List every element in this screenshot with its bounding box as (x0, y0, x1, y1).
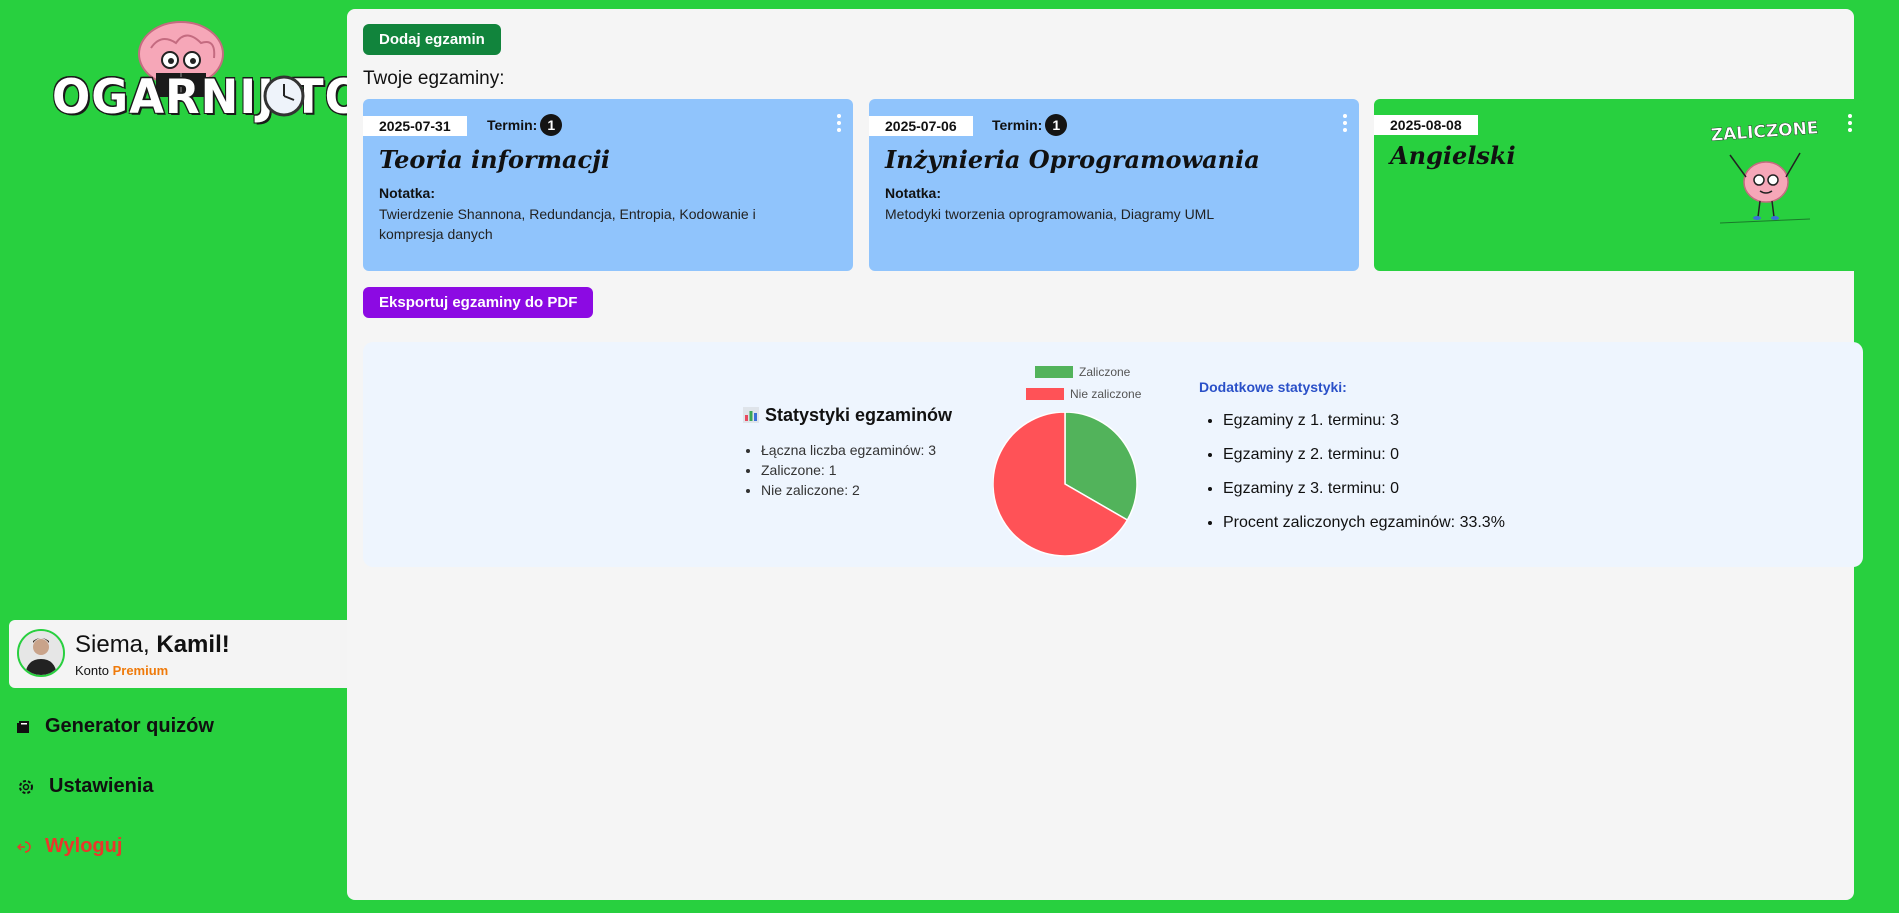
exam-title: Angielski (1390, 141, 1516, 170)
export-pdf-button[interactable]: Eksportuj egzaminy do PDF (363, 287, 594, 318)
note-text: Metodyki tworzenia oprogramowania, Diagr… (885, 206, 1215, 222)
nav-label: Generator quizów (45, 715, 214, 737)
extra-stat-value: 3 (1390, 412, 1400, 429)
legend-swatch (1035, 366, 1073, 378)
more-options-icon[interactable] (1343, 114, 1347, 132)
nav-label: Wyloguj (45, 835, 123, 857)
book-icon (17, 720, 29, 733)
celebrating-brain-icon: ZALICZONE (1710, 118, 1819, 224)
nav-generator-quizow[interactable]: Generator quizów (17, 715, 214, 738)
note-label: Notatka: (885, 185, 942, 201)
legend-swatch (1026, 388, 1064, 400)
extra-stat-item: Egzaminy z 1. terminu: 3 (1223, 404, 1505, 438)
termin-label: Termin: (487, 117, 538, 133)
nav-wyloguj[interactable]: Wyloguj (17, 835, 122, 858)
extra-stat-value: 33.3% (1459, 514, 1505, 531)
passed-stamp-text: ZALICZONE (1710, 118, 1819, 145)
legend-item-zaliczone[interactable]: Zaliczone (1035, 365, 1130, 379)
exam-title: Inżynieria Oprogramowania (885, 145, 1260, 174)
extra-stat-label: Egzaminy z 3. terminu: (1223, 480, 1391, 497)
extra-stat-value: 0 (1390, 446, 1400, 463)
extra-stats-title: Dodatkowe statystyki: (1199, 379, 1347, 395)
account-prefix: Konto (75, 663, 113, 678)
nav-label: Ustawienia (49, 775, 154, 797)
exam-termin: Termin: 1 (487, 114, 563, 136)
termin-number: 1 (1045, 114, 1068, 136)
legend-label: Nie zaliczone (1070, 387, 1142, 401)
nav-ustawienia[interactable]: Ustawienia (17, 775, 153, 798)
extra-stats-list: Egzaminy z 1. terminu: 3 Egzaminy z 2. t… (1199, 404, 1505, 540)
termin-number: 1 (540, 114, 563, 136)
more-options-icon[interactable] (837, 114, 841, 132)
extra-stat-item: Egzaminy z 2. terminu: 0 (1223, 438, 1505, 472)
exam-card[interactable]: 2025-07-06 Termin: 1 Inżynieria Oprogram… (869, 99, 1359, 271)
extra-stat-label: Procent zaliczonych egzaminów: (1223, 514, 1460, 531)
extra-stat-value: 0 (1390, 480, 1400, 497)
note-text: Twierdzenie Shannona, Redundancja, Entro… (379, 206, 756, 242)
stats-item: Łączna liczba egzaminów: 3 (761, 440, 936, 460)
note-label: Notatka: (379, 185, 436, 201)
extra-stat-label: Egzaminy z 2. terminu: (1223, 446, 1391, 463)
add-exam-button[interactable]: Dodaj egzamin (363, 24, 501, 55)
premium-badge: Premium (112, 663, 169, 678)
avatar (17, 629, 65, 677)
exam-card[interactable]: 2025-07-31 Termin: 1 Teoria informacji N… (363, 99, 853, 271)
bar-chart-icon (743, 407, 759, 423)
logout-icon (17, 840, 31, 853)
extra-stat-item: Egzaminy z 3. terminu: 0 (1223, 472, 1505, 506)
greeting-prefix: Siema, (75, 631, 157, 658)
legend-item-nie-zaliczone[interactable]: Nie zaliczone (1026, 387, 1141, 401)
passed-stamp: ZALICZONE (1710, 117, 1820, 234)
legend-label: Zaliczone (1079, 365, 1131, 379)
sidebar: OGARNIJ.TO Siema, Kamil! Konto Premium G… (0, 0, 363, 913)
user-card[interactable]: Siema, Kamil! Konto Premium (9, 620, 347, 688)
gear-icon (19, 779, 33, 794)
more-options-icon[interactable] (1848, 114, 1852, 132)
stats-item: Nie zaliczone: 2 (761, 480, 936, 500)
main-panel: Dodaj egzamin Twoje egzaminy: 2025-07-31… (347, 9, 1864, 900)
exam-card-passed[interactable]: 2025-08-08 Angielski ZALICZONE (1374, 99, 1864, 271)
greeting: Siema, Kamil! (75, 631, 230, 659)
account-tier: Konto Premium (75, 663, 168, 678)
pie-chart (993, 412, 1138, 557)
stats-list: Łączna liczba egzaminów: 3 Zaliczone: 1 … (743, 440, 936, 500)
exam-date: 2025-07-06 (869, 116, 973, 136)
stats-title: Statystyki egzaminów (743, 405, 952, 426)
clock-icon (263, 75, 305, 117)
exam-termin: Termin: 1 (992, 114, 1068, 136)
logo-text: OGARNIJ.TO (52, 68, 364, 125)
extra-stat-label: Egzaminy z 1. terminu: (1223, 412, 1391, 429)
exam-date: 2025-07-31 (363, 116, 467, 136)
termin-label: Termin: (992, 117, 1043, 133)
stats-item: Zaliczone: 1 (761, 460, 936, 480)
user-name: Kamil! (156, 631, 230, 658)
stats-title-text: Statystyki egzaminów (765, 405, 953, 425)
extra-stat-item: Procent zaliczonych egzaminów: 33.3% (1223, 506, 1505, 540)
logo[interactable]: OGARNIJ.TO (50, 18, 363, 128)
exam-title: Teoria informacji (379, 145, 610, 174)
exam-date: 2025-08-08 (1374, 115, 1478, 135)
stats-panel: Statystyki egzaminów Łączna liczba egzam… (363, 342, 1863, 567)
section-title: Twoje egzaminy: (363, 68, 505, 89)
